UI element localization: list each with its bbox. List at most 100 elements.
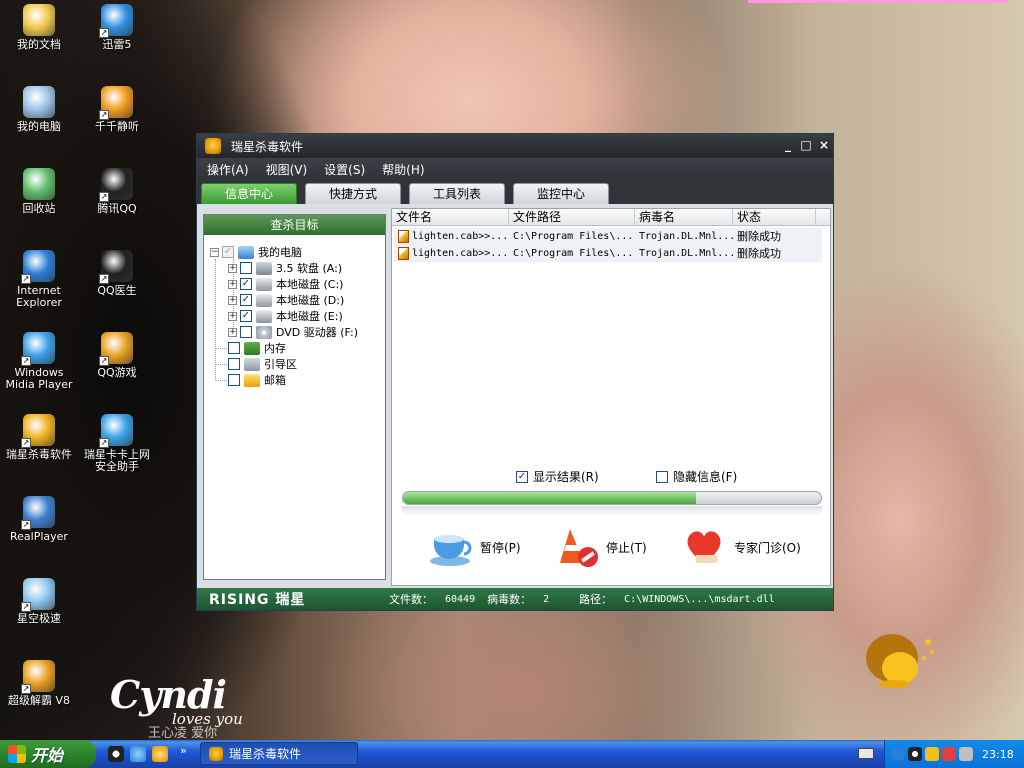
- expert-clinic-button[interactable]: 专家门诊(O): [682, 519, 801, 575]
- tree-item-other[interactable]: 引导区: [228, 356, 297, 372]
- hard-disk-icon: [256, 309, 272, 323]
- tree-item-drive[interactable]: + ✓ 本地磁盘 (E:): [228, 308, 343, 324]
- rising-kaka-icon: ↗: [99, 414, 133, 448]
- taskbar-app-button[interactable]: 瑞星杀毒软件: [200, 742, 358, 765]
- column-status[interactable]: 状态: [733, 209, 816, 226]
- keyboard-icon[interactable]: [858, 748, 874, 759]
- desktop-icon[interactable]: ↗ 瑞星卡卡上网 安全助手: [78, 414, 156, 473]
- tree-item-checkbox[interactable]: ✓: [240, 278, 252, 290]
- table-row[interactable]: lighten.cab>>... C:\Program Files\... Troj…: [394, 245, 822, 262]
- collapse-toggle[interactable]: −: [210, 247, 219, 257]
- pause-button[interactable]: 暂停(P): [428, 519, 521, 575]
- security-tray-icon[interactable]: [942, 747, 956, 761]
- menu-help[interactable]: 帮助(H): [382, 161, 424, 178]
- tree-item-my-computer[interactable]: − ✓ 我的电脑: [210, 244, 302, 260]
- desktop-icon[interactable]: ↗ 星空极速: [0, 578, 78, 625]
- expand-toggle[interactable]: +: [228, 295, 237, 305]
- minimize-button[interactable]: _: [779, 137, 797, 155]
- tree-item-drive[interactable]: +3.5 软盘 (A:): [228, 260, 342, 276]
- menu-operate[interactable]: 操作(A): [207, 161, 249, 178]
- desktop-icon[interactable]: 我的文档: [0, 4, 78, 51]
- tree-item-drive[interactable]: + ✓ 本地磁盘 (D:): [228, 292, 344, 308]
- internet-explorer-icon: ↗: [21, 250, 55, 284]
- table-row[interactable]: lighten.cab>>... C:\Program Files\... Troj…: [394, 228, 822, 245]
- tree-item-label: 3.5 软盘 (A:): [276, 262, 343, 275]
- maximize-button[interactable]: □: [797, 137, 815, 155]
- tree-item-label: 本地磁盘 (C:): [276, 278, 344, 291]
- expand-toggle[interactable]: +: [228, 311, 237, 321]
- table-cell-status: 删除成功: [737, 230, 781, 243]
- desktop-icon[interactable]: ↗ 腾讯QQ: [78, 168, 156, 215]
- taskbar-app-label: 瑞星杀毒软件: [229, 747, 302, 761]
- desktop-icon[interactable]: ↗ RealPlayer: [0, 496, 78, 543]
- desktop-icon[interactable]: ↗ Windows Midia Player: [0, 332, 78, 391]
- tree-item-checkbox[interactable]: [228, 358, 240, 370]
- hide-info-option[interactable]: 隐藏信息(F): [656, 468, 737, 485]
- tree-item-checkbox[interactable]: ✓: [240, 310, 252, 322]
- clock[interactable]: 23:18: [982, 748, 1014, 761]
- qq-tray-icon[interactable]: [908, 747, 922, 761]
- scan-target-panel: 查杀目标 − ✓ 我的电脑 +3.5 软盘 (A:) + ✓ 本地磁盘 (C:) + ✓ 本…: [203, 214, 386, 580]
- hide-info-label: 隐藏信息(F): [673, 470, 738, 484]
- tree-item-checkbox[interactable]: [228, 342, 240, 354]
- title-bar[interactable]: 瑞星杀毒软件 _ □ ×: [197, 134, 833, 158]
- ie-quicklaunch-icon[interactable]: [130, 746, 146, 762]
- wallpaper-logo: Cyndi loves you 王心凌 爱你: [110, 672, 310, 741]
- computer-icon: [23, 86, 55, 118]
- desktop-icon[interactable]: ↗ QQ游戏: [78, 332, 156, 379]
- my-computer-checkbox[interactable]: ✓: [222, 246, 234, 258]
- column-file-path[interactable]: 文件路径: [509, 209, 635, 226]
- hide-info-checkbox[interactable]: [656, 470, 668, 483]
- close-button[interactable]: ×: [815, 137, 833, 155]
- desktop-icon[interactable]: ↗ 超级解霸 V8: [0, 660, 78, 707]
- tree-line: [215, 364, 229, 365]
- tab-info-center[interactable]: 信息中心: [201, 183, 297, 204]
- qq-quicklaunch-icon[interactable]: [108, 746, 124, 762]
- system-tray: 23:18: [884, 740, 1024, 768]
- tree-item-drive[interactable]: + ✓ 本地磁盘 (C:): [228, 276, 343, 292]
- shortcut-arrow-icon: ↗: [21, 684, 31, 694]
- column-file-name[interactable]: 文件名: [392, 209, 509, 226]
- rising-lion-mascot[interactable]: [862, 628, 938, 690]
- memory-icon: [244, 341, 260, 355]
- volume-icon[interactable]: [959, 747, 973, 761]
- stop-button[interactable]: 停止(T): [554, 519, 647, 575]
- rising-antivirus-icon: ↗: [21, 414, 55, 448]
- rising-app-icon: [205, 138, 221, 154]
- menu-settings[interactable]: 设置(S): [324, 161, 365, 178]
- show-results-option[interactable]: ✓ 显示结果(R): [516, 468, 599, 485]
- desktop-icon[interactable]: 我的电脑: [0, 86, 78, 133]
- tree-item-checkbox[interactable]: [240, 262, 252, 274]
- path-label: 路径：: [579, 593, 613, 606]
- desktop-icon[interactable]: ↗ Internet Explorer: [0, 250, 78, 309]
- start-button[interactable]: 开始: [0, 740, 96, 768]
- shortcut-arrow-icon: ↗: [21, 602, 31, 612]
- desktop-icon[interactable]: ↗ 迅雷5: [78, 4, 156, 51]
- tree-item-label: 邮箱: [264, 374, 286, 387]
- tab-shortcuts[interactable]: 快捷方式: [305, 183, 401, 204]
- tree-item-checkbox[interactable]: [240, 326, 252, 338]
- rising-tray-icon[interactable]: [925, 747, 939, 761]
- table-cell-file-name: lighten.cab>>...: [412, 248, 509, 259]
- tree-item-checkbox[interactable]: [228, 374, 240, 386]
- menu-view[interactable]: 视图(V): [266, 161, 308, 178]
- expand-toggle[interactable]: +: [228, 263, 237, 273]
- expand-toggle[interactable]: +: [228, 279, 237, 289]
- column-virus-name[interactable]: 病毒名: [635, 209, 733, 226]
- tree-item-other[interactable]: 内存: [228, 340, 286, 356]
- show-results-checkbox[interactable]: ✓: [516, 470, 528, 483]
- desktop-icon[interactable]: ↗ 瑞星杀毒软件: [0, 414, 78, 461]
- tree-item-drive[interactable]: + DVD 驱动器 (F:): [228, 324, 358, 340]
- shortcut-arrow-icon: ↗: [21, 520, 31, 530]
- expand-toggle[interactable]: +: [228, 327, 237, 337]
- desktop-icon[interactable]: ↗ 千千静听: [78, 86, 156, 133]
- tree-item-other[interactable]: 邮箱: [228, 372, 286, 388]
- quicklaunch-overflow[interactable]: »: [180, 744, 187, 757]
- tab-monitor-center[interactable]: 监控中心: [513, 183, 609, 204]
- tab-tool-list[interactable]: 工具列表: [409, 183, 505, 204]
- desktop-icon[interactable]: ↗ QQ医生: [78, 250, 156, 297]
- desktop-icon[interactable]: 回收站: [0, 168, 78, 215]
- tray-expand-icon[interactable]: [891, 747, 905, 761]
- tree-item-checkbox[interactable]: ✓: [240, 294, 252, 306]
- media-quicklaunch-icon[interactable]: [152, 746, 168, 762]
